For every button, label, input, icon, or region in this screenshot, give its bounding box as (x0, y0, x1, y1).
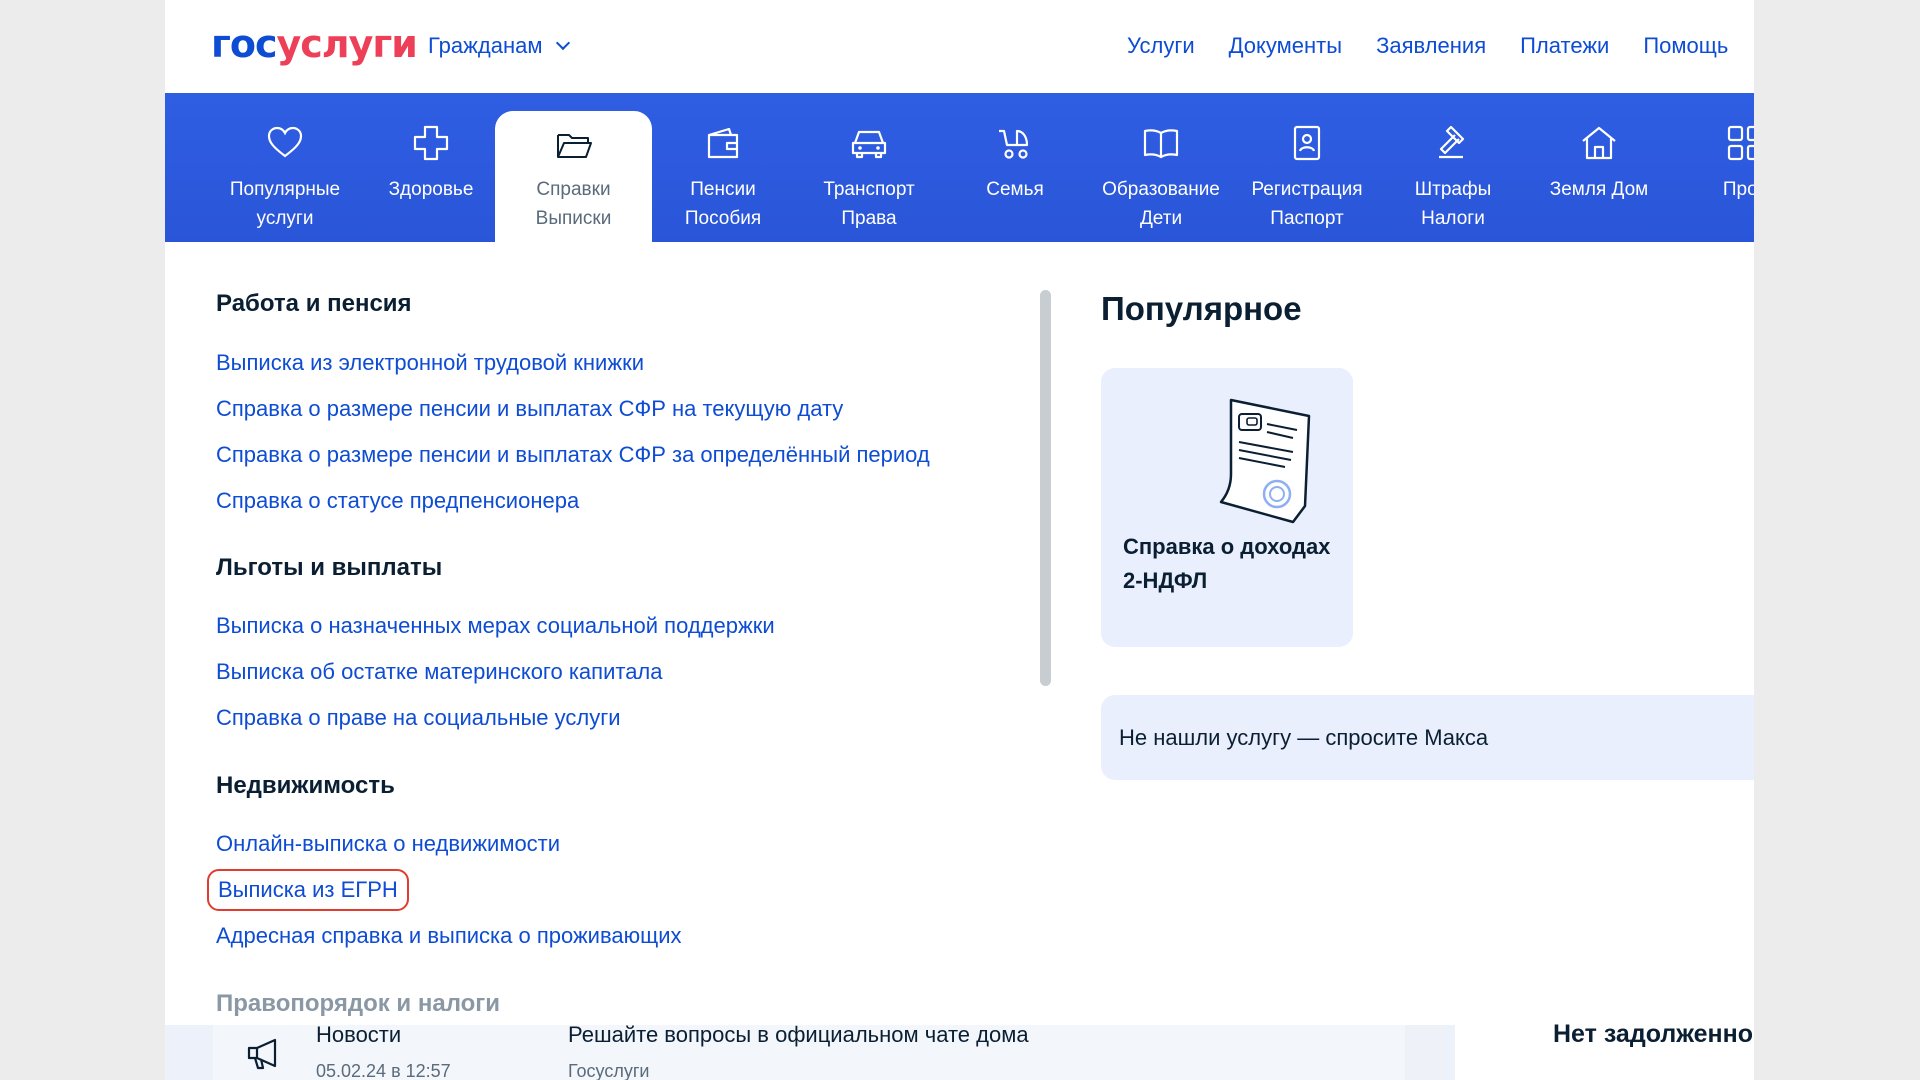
link-egrn-extract[interactable]: Выписка из ЕГРН (207, 869, 409, 911)
page: госуслуги Гражданам Услуги Документы Зая… (165, 0, 1754, 1080)
category-label: Штрафы (1414, 179, 1492, 200)
category-label: Справки (536, 179, 611, 200)
category-label: Популярные (229, 179, 341, 200)
category-land-house[interactable]: Земля Дом (1519, 93, 1679, 242)
category-label: Здоровье (388, 179, 474, 200)
category-label: Права (841, 208, 897, 229)
audience-dropdown[interactable]: Гражданам (428, 33, 571, 59)
top-nav: Услуги Документы Заявления Платежи Помощ… (1127, 33, 1728, 59)
news-date: 05.02.24 в 12:57 (316, 1061, 451, 1080)
ask-max-text: Не нашли услугу — спросите Макса (1119, 725, 1489, 750)
house-icon (1582, 126, 1616, 160)
category-label: Налоги (1421, 208, 1485, 229)
ask-max-banner[interactable]: Не нашли услугу — спросите Макса (1101, 695, 1754, 780)
widget-gap (1405, 1025, 1445, 1080)
link-social-support[interactable]: Выписка о назначенных мерах социальной п… (216, 613, 775, 639)
promo-source: Госуслуги (568, 1061, 650, 1080)
category-fines[interactable]: Штрафы Налоги (1373, 93, 1533, 242)
category-label: Транспорт (823, 179, 915, 200)
book-icon (1143, 129, 1179, 159)
nav-services[interactable]: Услуги (1127, 33, 1195, 59)
category-label: Пенсии (690, 179, 756, 200)
header: госуслуги Гражданам Услуги Документы Зая… (165, 0, 1754, 93)
category-label: Дети (1139, 208, 1183, 229)
nav-payments[interactable]: Платежи (1520, 33, 1609, 59)
category-label: Проч (1722, 179, 1754, 200)
category-bar: Популярные услуги Здоровье Справки Выписки… (165, 93, 1754, 242)
folder-icon (556, 134, 592, 158)
logo-part-uslugi: услуги (276, 22, 418, 66)
wallet-icon (707, 127, 739, 159)
category-label: Семья (986, 179, 1044, 200)
logo-part-gos: гос (211, 22, 277, 66)
section-title-benefits: Льготы и выплаты (216, 554, 443, 581)
category-pensions[interactable]: Пенсии Пособия (643, 93, 803, 242)
link-online-real-estate[interactable]: Онлайн-выписка о недвижимости (216, 831, 560, 857)
section-title-work-pension: Работа и пенсия (216, 290, 412, 317)
gosuslugi-logo[interactable]: госуслуги (211, 22, 418, 66)
megaphone-icon (247, 1038, 277, 1070)
category-label: Выписки (535, 208, 612, 229)
link-prepensioner-status[interactable]: Справка о статусе предпенсионера (216, 488, 579, 514)
audience-label: Гражданам (428, 33, 543, 58)
category-label: Паспорт (1270, 208, 1344, 229)
section-title-law-taxes: Правопорядок и налоги (216, 990, 501, 1017)
link-pension-period[interactable]: Справка о размере пенсии и выплатах СФР … (216, 442, 930, 468)
chevron-down-icon (556, 35, 571, 51)
no-debt-title: Нет задолженно (1553, 1020, 1753, 1048)
category-label: Образование (1102, 179, 1220, 200)
category-label: Пособия (684, 208, 762, 229)
passport-icon (1293, 125, 1321, 161)
category-certificates[interactable]: Справки Выписки (495, 111, 652, 242)
section-title-real-estate: Недвижимость (216, 772, 395, 799)
category-other[interactable]: Проч (1665, 93, 1754, 242)
nav-help[interactable]: Помощь (1643, 33, 1728, 59)
popular-card-title-line1: Справка о доходах (1123, 534, 1331, 559)
popular-card-2ndfl[interactable]: Справка о доходах 2-НДФЛ (1101, 368, 1353, 647)
heart-icon (267, 126, 303, 158)
link-maternity-capital[interactable]: Выписка об остатке материнского капитала (216, 659, 663, 685)
promo-title[interactable]: Решайте вопросы в официальном чате дома (568, 1022, 1029, 1048)
popular-card-title-line2: 2-НДФЛ (1123, 568, 1208, 593)
link-pension-current[interactable]: Справка о размере пенсии и выплатах СФР … (216, 396, 843, 422)
category-label: услуги (256, 208, 314, 229)
grid-icon (1727, 125, 1754, 161)
news-title: Новости (316, 1022, 402, 1047)
nav-applications[interactable]: Заявления (1376, 33, 1486, 59)
health-cross-icon (413, 125, 449, 161)
category-label: Земля Дом (1549, 179, 1649, 200)
category-health[interactable]: Здоровье (351, 93, 511, 242)
category-transport[interactable]: Транспорт Права (789, 93, 949, 242)
category-popular[interactable]: Популярные услуги (205, 93, 365, 242)
stroller-icon (999, 129, 1029, 159)
income-certificate-icon (1219, 398, 1311, 524)
popular-title: Популярное (1101, 290, 1302, 327)
gavel-icon (1439, 125, 1465, 159)
nav-documents[interactable]: Документы (1229, 33, 1342, 59)
link-address-certificate[interactable]: Адресная справка и выписка о проживающих (216, 923, 682, 949)
category-family[interactable]: Семья (935, 93, 1095, 242)
link-work-book-extract[interactable]: Выписка из электронной трудовой книжки (216, 350, 644, 376)
popular-card-text: Справка о доходах 2-НДФЛ (1123, 530, 1343, 598)
category-education[interactable]: Образование Дети (1081, 93, 1241, 242)
category-label: Регистрация (1251, 179, 1363, 200)
category-registration[interactable]: Регистрация Паспорт (1227, 93, 1387, 242)
list-scrollbar[interactable] (1040, 290, 1051, 686)
link-social-services-right[interactable]: Справка о праве на социальные услуги (216, 705, 621, 731)
car-icon (851, 130, 887, 159)
